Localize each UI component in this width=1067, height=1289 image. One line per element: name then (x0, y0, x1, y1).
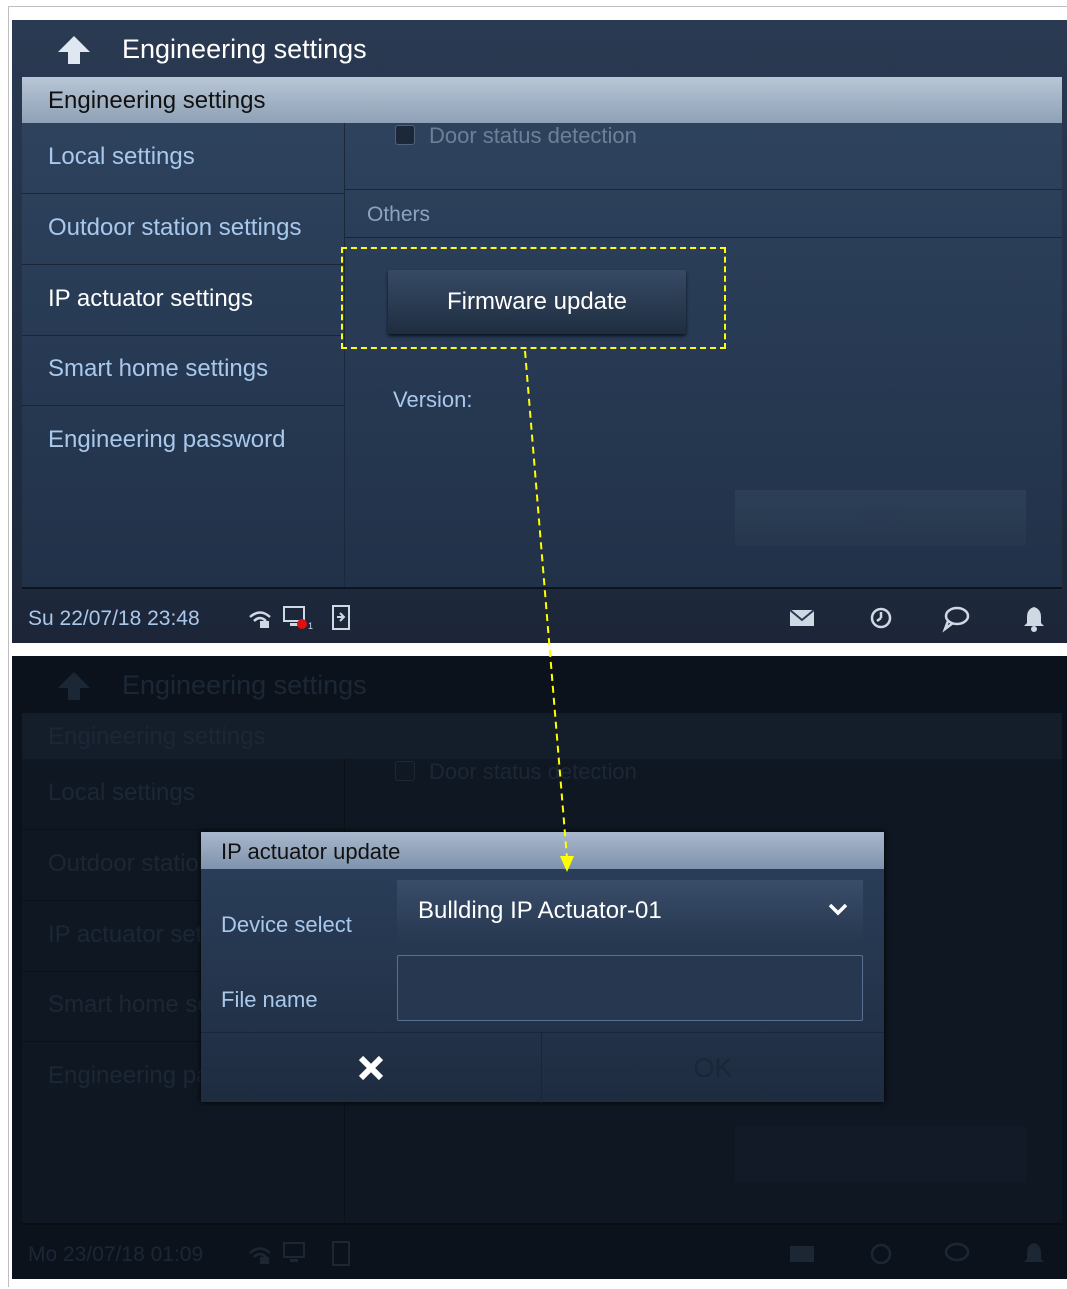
annotation-arrow (524, 350, 574, 872)
